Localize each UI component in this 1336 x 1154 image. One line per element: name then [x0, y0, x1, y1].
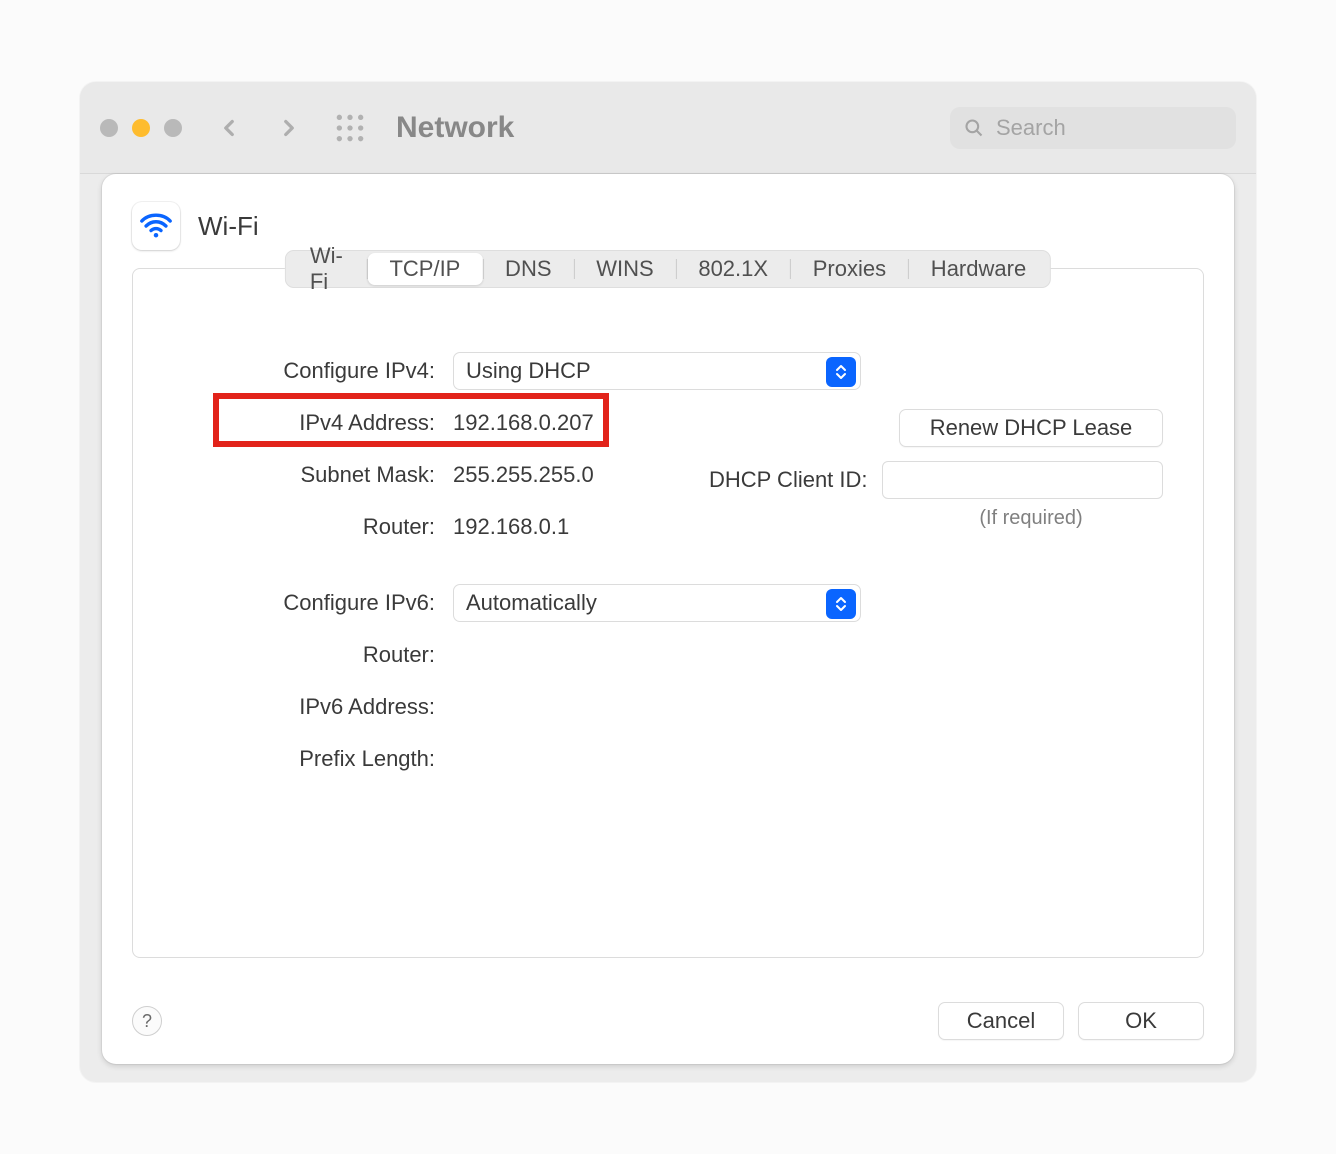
side-column: Renew DHCP Lease DHCP Client ID: (If req…	[899, 409, 1163, 530]
subnet-mask-label: Subnet Mask:	[173, 462, 453, 488]
configure-ipv4-label: Configure IPv4:	[173, 358, 453, 384]
configure-ipv4-value: Using DHCP	[466, 358, 591, 384]
select-caret	[826, 589, 856, 619]
traffic-lights	[100, 119, 182, 137]
if-required-hint: (If required)	[899, 507, 1163, 530]
nav-arrows	[216, 115, 302, 141]
dhcp-client-id-label: DHCP Client ID:	[709, 467, 868, 493]
back-button[interactable]	[216, 115, 242, 141]
subnet-mask-value: 255.255.255.0	[453, 462, 594, 488]
ok-button[interactable]: OK	[1078, 1002, 1204, 1040]
form-area: Configure IPv4: Using DHCP IPv4 Address:…	[133, 309, 1203, 785]
toolbar: Network Search	[80, 82, 1256, 174]
chevron-left-icon	[216, 115, 242, 141]
cancel-button[interactable]: Cancel	[938, 1002, 1064, 1040]
sheet-header: Wi-Fi	[132, 202, 1204, 250]
minimize-window-button[interactable]	[132, 119, 150, 137]
tab-hardware[interactable]: Hardware	[909, 253, 1048, 285]
ipv4-address-label: IPv4 Address:	[173, 410, 453, 436]
tabs-bar: Wi-Fi TCP/IP DNS WINS 802.1X Proxies Har…	[285, 250, 1051, 288]
settings-sheet: Wi-Fi Wi-Fi TCP/IP DNS WINS 802.1X Proxi…	[102, 174, 1234, 1064]
router6-label: Router:	[173, 642, 453, 668]
router-value: 192.168.0.1	[453, 514, 569, 540]
configure-ipv6-value: Automatically	[466, 590, 597, 616]
select-caret	[826, 357, 856, 387]
tab-wifi[interactable]: Wi-Fi	[288, 253, 367, 285]
chevron-up-down-icon	[834, 363, 848, 381]
zoom-window-button[interactable]	[164, 119, 182, 137]
tab-tcpip[interactable]: TCP/IP	[367, 253, 482, 285]
renew-dhcp-lease-button[interactable]: Renew DHCP Lease	[899, 409, 1163, 447]
router-label: Router:	[173, 514, 453, 540]
search-placeholder: Search	[996, 115, 1066, 141]
prefix-length-label: Prefix Length:	[173, 746, 453, 772]
chevron-right-icon	[276, 115, 302, 141]
configure-ipv4-select[interactable]: Using DHCP	[453, 352, 861, 390]
forward-button[interactable]	[276, 115, 302, 141]
search-input[interactable]: Search	[950, 107, 1236, 149]
ipv6-address-label: IPv6 Address:	[173, 694, 453, 720]
tab-proxies[interactable]: Proxies	[791, 253, 908, 285]
grid-icon	[334, 112, 366, 144]
close-window-button[interactable]	[100, 119, 118, 137]
tab-wins[interactable]: WINS	[574, 253, 675, 285]
sheet-footer: ? Cancel OK	[132, 1002, 1204, 1040]
dhcp-client-id-input[interactable]	[882, 461, 1163, 499]
preferences-window: Network Search Wi-Fi Wi-Fi TCP/IP	[80, 82, 1256, 1082]
wifi-icon	[132, 202, 180, 250]
tab-dns[interactable]: DNS	[483, 253, 573, 285]
chevron-up-down-icon	[834, 595, 848, 613]
configure-ipv6-select[interactable]: Automatically	[453, 584, 861, 622]
help-button[interactable]: ?	[132, 1006, 162, 1036]
window-title: Network	[396, 111, 514, 145]
sheet-title: Wi-Fi	[198, 211, 259, 242]
configure-ipv6-label: Configure IPv6:	[173, 590, 453, 616]
ipv4-address-value: 192.168.0.207	[453, 410, 594, 436]
search-icon	[964, 118, 984, 138]
tab-8021x[interactable]: 802.1X	[676, 253, 790, 285]
tab-panel: Wi-Fi TCP/IP DNS WINS 802.1X Proxies Har…	[132, 268, 1204, 958]
show-all-button[interactable]	[334, 112, 366, 144]
